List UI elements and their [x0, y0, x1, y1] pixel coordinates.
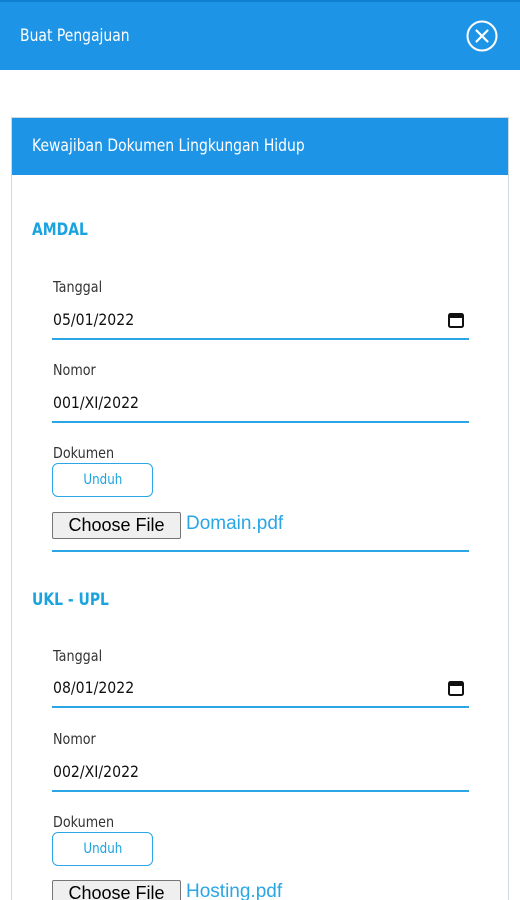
tanggal-underline — [52, 338, 469, 340]
dokumen-label: Dokumen — [53, 813, 115, 831]
tanggal-label: Tanggal — [53, 647, 103, 665]
tanggal-label: Tanggal — [53, 278, 103, 296]
nomor-input[interactable]: 002/XI/2022 — [53, 762, 139, 781]
page: Buat Pengajuan Kewajiban Dokumen Lingkun… — [0, 0, 520, 900]
card-header: Kewajiban Dokumen Lingkungan Hidup — [12, 118, 508, 175]
tanggal-input[interactable]: 08/01/2022 — [53, 678, 134, 697]
tanggal-input[interactable]: 05/01/2022 — [53, 310, 134, 329]
nomor-input[interactable]: 001/XI/2022 — [53, 393, 139, 412]
unduh-button[interactable]: Unduh — [52, 832, 153, 866]
tanggal-underline — [52, 706, 469, 708]
file-name[interactable]: Domain.pdf — [186, 513, 283, 535]
nomor-label: Nomor — [53, 361, 96, 379]
unduh-button-label: Unduh — [83, 472, 122, 488]
page-title: Buat Pengajuan — [20, 26, 130, 46]
calendar-icon[interactable] — [447, 311, 465, 329]
nomor-label: Nomor — [53, 730, 96, 748]
unduh-button[interactable]: Unduh — [52, 463, 153, 497]
file-name[interactable]: Hosting.pdf — [186, 881, 282, 900]
nomor-underline — [52, 421, 469, 423]
choose-file-button[interactable]: Choose File — [52, 880, 181, 900]
calendar-icon[interactable] — [447, 679, 465, 697]
section-title-ukl-upl: UKL - UPL — [32, 590, 109, 610]
unduh-button-label: Unduh — [83, 841, 122, 857]
dokumen-label: Dokumen — [53, 444, 115, 462]
choose-file-button[interactable]: Choose File — [52, 512, 181, 539]
top-bar: Buat Pengajuan — [0, 0, 520, 70]
dokumen-underline — [52, 550, 469, 552]
card-title: Kewajiban Dokumen Lingkungan Hidup — [32, 136, 305, 156]
section-title-amdal: AMDAL — [32, 220, 88, 240]
close-icon[interactable] — [466, 20, 498, 52]
nomor-underline — [52, 790, 469, 792]
